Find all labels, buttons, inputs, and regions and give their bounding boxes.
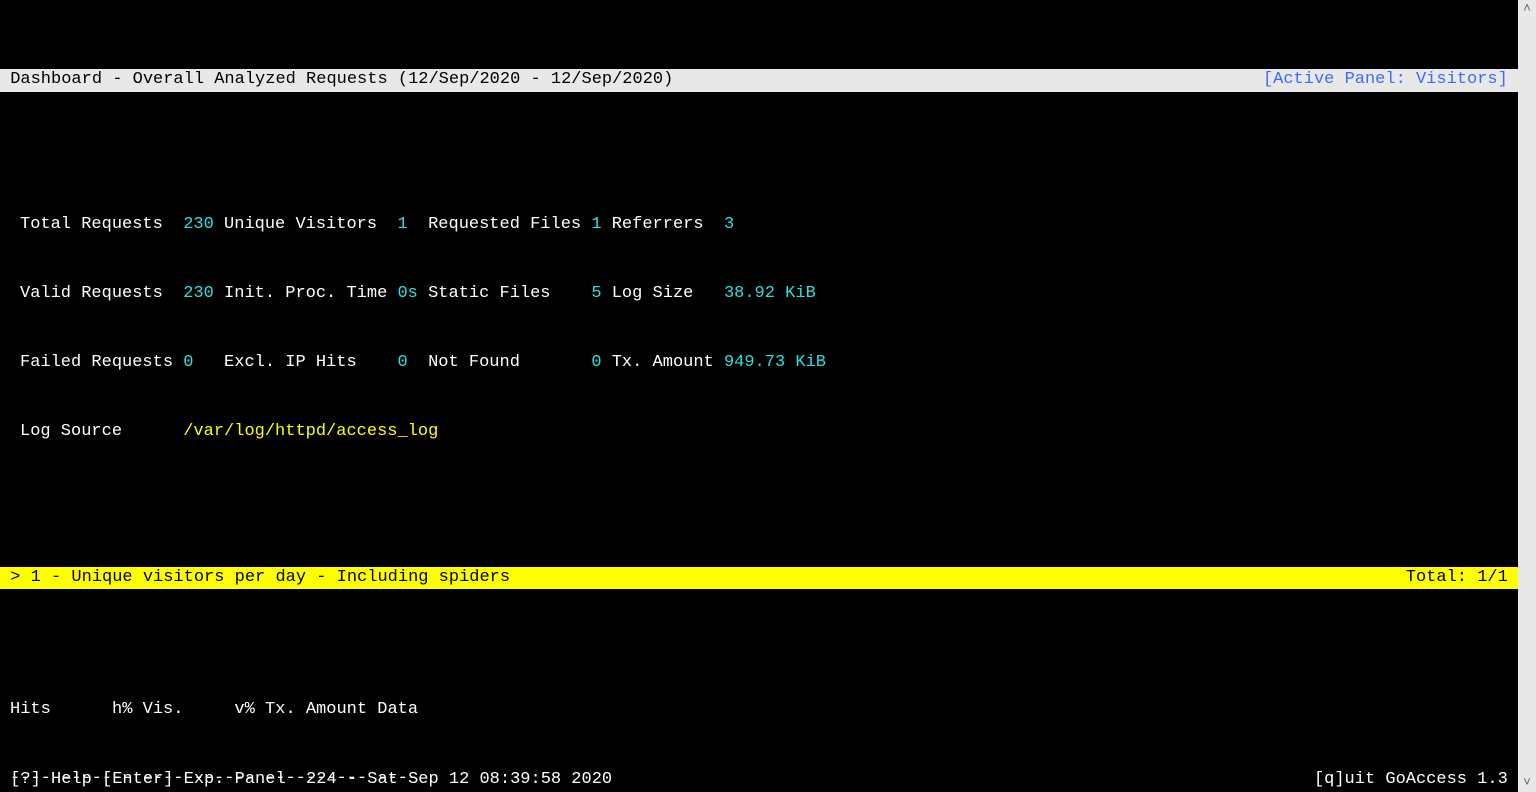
value-unique-visitors: 1 (397, 215, 407, 234)
value-log-size: 38.92 KiB (724, 284, 816, 303)
value-total-requests: 230 (183, 215, 214, 234)
label-excl-ip-hits: Excl. IP Hits (193, 353, 397, 372)
value-referrers: 3 (724, 215, 734, 234)
overall-stats: Total Requests 230 Unique Visitors 1 Req… (0, 161, 1518, 498)
value-failed-requests: 0 (183, 353, 193, 372)
label-tx-amount: Tx. Amount (602, 353, 724, 372)
label-not-found: Not Found (408, 353, 592, 372)
terminal-viewport[interactable]: Dashboard - Overall Analyzed Requests (1… (0, 0, 1518, 792)
label-requested-files: Requested Files (408, 215, 592, 234)
value-excl-ip-hits: 0 (397, 353, 407, 372)
label-total-requests: Total Requests (20, 215, 183, 234)
value-requested-files: 1 (591, 215, 601, 234)
active-panel-indicator: [Active Panel: Visitors] (1263, 69, 1518, 92)
label-log-source: Log Source (20, 422, 183, 441)
panel-1-title: > 1 - Unique visitors per day - Includin… (0, 567, 510, 590)
label-unique-visitors: Unique Visitors (214, 215, 398, 234)
footer-right: [q]uit GoAccess 1.3 (1314, 769, 1518, 792)
label-log-size: Log Size (602, 284, 724, 303)
stats-row-1: Total Requests 230 Unique Visitors 1 Req… (20, 214, 1518, 237)
stats-row-3: Failed Requests 0 Excl. IP Hits 0 Not Fo… (20, 352, 1518, 375)
vertical-scrollbar[interactable]: ˄ ˅ (1518, 0, 1536, 792)
dashboard-title: Dashboard - Overall Analyzed Requests (1… (0, 69, 673, 92)
value-log-source: /var/log/httpd/access_log (183, 422, 438, 441)
footer-bar: [?] Help [Enter] Exp. Panel 224 - Sat Se… (0, 769, 1518, 792)
footer-left: [?] Help [Enter] Exp. Panel 224 - Sat Se… (0, 769, 612, 792)
scroll-up-icon[interactable]: ˄ (1518, 0, 1536, 18)
panel-1-columns: Hits h% Vis. v% Tx. Amount Data (0, 699, 1518, 722)
value-init-proc-time: 0s (397, 284, 417, 303)
label-referrers: Referrers (602, 215, 724, 234)
value-tx-amount: 949.73 KiB (724, 353, 826, 372)
stats-row-4: Log Source /var/log/httpd/access_log (20, 421, 1518, 444)
value-valid-requests: 230 (183, 284, 214, 303)
value-static-files: 5 (591, 284, 601, 303)
title-bar: Dashboard - Overall Analyzed Requests (1… (0, 69, 1518, 92)
panel-1-header[interactable]: > 1 - Unique visitors per day - Includin… (0, 567, 1518, 590)
label-static-files: Static Files (418, 284, 591, 303)
panel-1-total: Total: 1/1 (1406, 567, 1518, 590)
label-failed-requests: Failed Requests (20, 353, 183, 372)
stats-row-2: Valid Requests 230 Init. Proc. Time 0s S… (20, 283, 1518, 306)
label-init-proc-time: Init. Proc. Time (214, 284, 398, 303)
scroll-down-icon[interactable]: ˅ (1518, 774, 1536, 792)
value-not-found: 0 (591, 353, 601, 372)
label-valid-requests: Valid Requests (20, 284, 183, 303)
